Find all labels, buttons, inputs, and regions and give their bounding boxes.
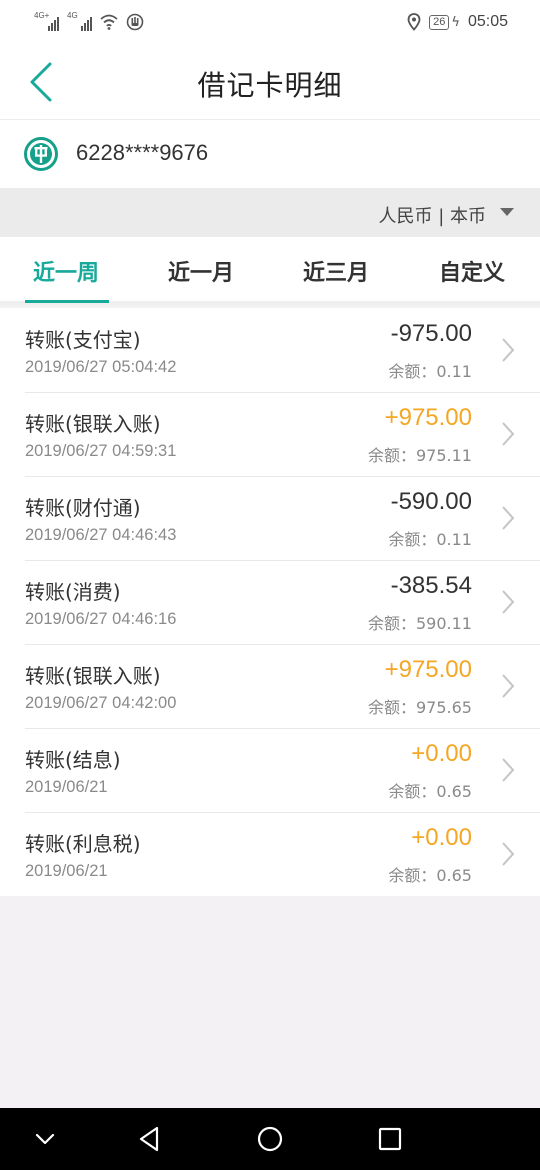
signal-icon: 4G+ bbox=[34, 11, 59, 31]
transaction-title: 转账(利息税) bbox=[25, 832, 141, 856]
notification-icon bbox=[126, 13, 144, 31]
transaction-time: 2019/06/27 04:59:31 bbox=[25, 442, 177, 460]
chevron-right-icon bbox=[502, 842, 515, 866]
transaction-amount: -975.00 bbox=[390, 320, 472, 347]
transaction-time: 2019/06/21 bbox=[25, 778, 108, 796]
tab-custom[interactable]: 自定义 bbox=[439, 255, 505, 287]
wifi-icon bbox=[100, 14, 118, 30]
transaction-time: 2019/06/27 05:04:42 bbox=[25, 358, 177, 376]
transaction-amount: +0.00 bbox=[411, 740, 472, 767]
transaction-title: 转账(银联入账) bbox=[25, 412, 161, 436]
transaction-amount: +975.00 bbox=[384, 404, 472, 431]
transaction-balance: 余额：590.11 bbox=[368, 614, 472, 633]
signal-tag: 4G bbox=[67, 11, 78, 20]
caret-down-icon bbox=[500, 208, 514, 216]
transaction-amount: -590.00 bbox=[390, 488, 472, 515]
transaction-title: 转账(结息) bbox=[25, 748, 121, 772]
transaction-balance: 余额：0.65 bbox=[388, 866, 472, 885]
status-right: 26 ϟ 05:05 bbox=[407, 11, 508, 33]
status-left: 4G+ 4G bbox=[34, 11, 144, 31]
home-nav-icon[interactable] bbox=[255, 1124, 285, 1154]
transaction-balance: 余额：975.11 bbox=[368, 446, 472, 465]
transaction-time: 2019/06/27 04:46:16 bbox=[25, 610, 177, 628]
transaction-title: 转账(支付宝) bbox=[25, 328, 141, 352]
bank-logo-icon bbox=[24, 137, 58, 171]
transaction-balance: 余额：0.11 bbox=[388, 362, 472, 381]
chevron-right-icon bbox=[502, 674, 515, 698]
tab-month[interactable]: 近一月 bbox=[168, 255, 234, 287]
charging-icon: ϟ bbox=[451, 14, 460, 30]
list-item[interactable]: 转账(结息) 2019/06/21 +0.00 余额：0.65 bbox=[0, 728, 540, 812]
status-bar: 4G+ 4G 26 ϟ 05:05 bbox=[0, 0, 540, 44]
list-item[interactable]: 转账(财付通) 2019/06/27 04:46:43 -590.00 余额：0… bbox=[0, 476, 540, 560]
chevron-right-icon bbox=[502, 506, 515, 530]
hide-nav-icon[interactable] bbox=[30, 1124, 60, 1154]
recents-nav-icon[interactable] bbox=[375, 1124, 405, 1154]
transaction-balance: 余额：975.65 bbox=[368, 698, 472, 717]
transaction-title: 转账(消费) bbox=[25, 580, 121, 604]
transaction-amount: +0.00 bbox=[411, 824, 472, 851]
transaction-list: 转账(支付宝) 2019/06/27 05:04:42 -975.00 余额：0… bbox=[0, 308, 540, 896]
currency-label: 人民币 | 本币 bbox=[378, 206, 486, 227]
back-nav-icon[interactable] bbox=[135, 1124, 165, 1154]
active-tab-indicator bbox=[25, 300, 109, 303]
transaction-title: 转账(财付通) bbox=[25, 496, 141, 520]
card-info: 6228****9676 bbox=[0, 120, 540, 188]
chevron-right-icon bbox=[502, 338, 515, 362]
tab-three-months[interactable]: 近三月 bbox=[303, 255, 369, 287]
chevron-right-icon bbox=[502, 422, 515, 446]
tab-week[interactable]: 近一周 bbox=[33, 255, 99, 287]
list-item[interactable]: 转账(利息税) 2019/06/21 +0.00 余额：0.65 bbox=[0, 812, 540, 896]
transaction-balance: 余额：0.11 bbox=[388, 530, 472, 549]
list-item[interactable]: 转账(银联入账) 2019/06/27 04:59:31 +975.00 余额：… bbox=[0, 392, 540, 476]
battery-indicator: 26 bbox=[429, 14, 450, 30]
system-nav-bar bbox=[0, 1108, 540, 1170]
location-icon bbox=[407, 13, 421, 31]
transaction-time: 2019/06/21 bbox=[25, 862, 108, 880]
transaction-time: 2019/06/27 04:42:00 bbox=[25, 694, 177, 712]
app-header: 借记卡明细 bbox=[0, 44, 540, 120]
signal-tag: 4G+ bbox=[34, 11, 50, 20]
transaction-balance: 余额：0.65 bbox=[388, 782, 472, 801]
list-item[interactable]: 转账(支付宝) 2019/06/27 05:04:42 -975.00 余额：0… bbox=[0, 308, 540, 392]
transaction-time: 2019/06/27 04:46:43 bbox=[25, 526, 177, 544]
status-time: 05:05 bbox=[467, 13, 508, 30]
signal-icon: 4G bbox=[67, 11, 92, 31]
list-item[interactable]: 转账(消费) 2019/06/27 04:46:16 -385.54 余额：59… bbox=[0, 560, 540, 644]
period-tabs: 近一周 近一月 近三月 自定义 bbox=[0, 237, 540, 305]
chevron-right-icon bbox=[502, 758, 515, 782]
transaction-amount: +975.00 bbox=[384, 656, 472, 683]
currency-selector[interactable]: 人民币 | 本币 bbox=[0, 188, 540, 237]
chevron-right-icon bbox=[502, 590, 515, 614]
transaction-amount: -385.54 bbox=[390, 572, 472, 599]
transaction-title: 转账(银联入账) bbox=[25, 664, 161, 688]
page-title: 借记卡明细 bbox=[197, 69, 343, 102]
card-number: 6228****9676 bbox=[76, 140, 209, 165]
list-item[interactable]: 转账(银联入账) 2019/06/27 04:42:00 +975.00 余额：… bbox=[0, 644, 540, 728]
